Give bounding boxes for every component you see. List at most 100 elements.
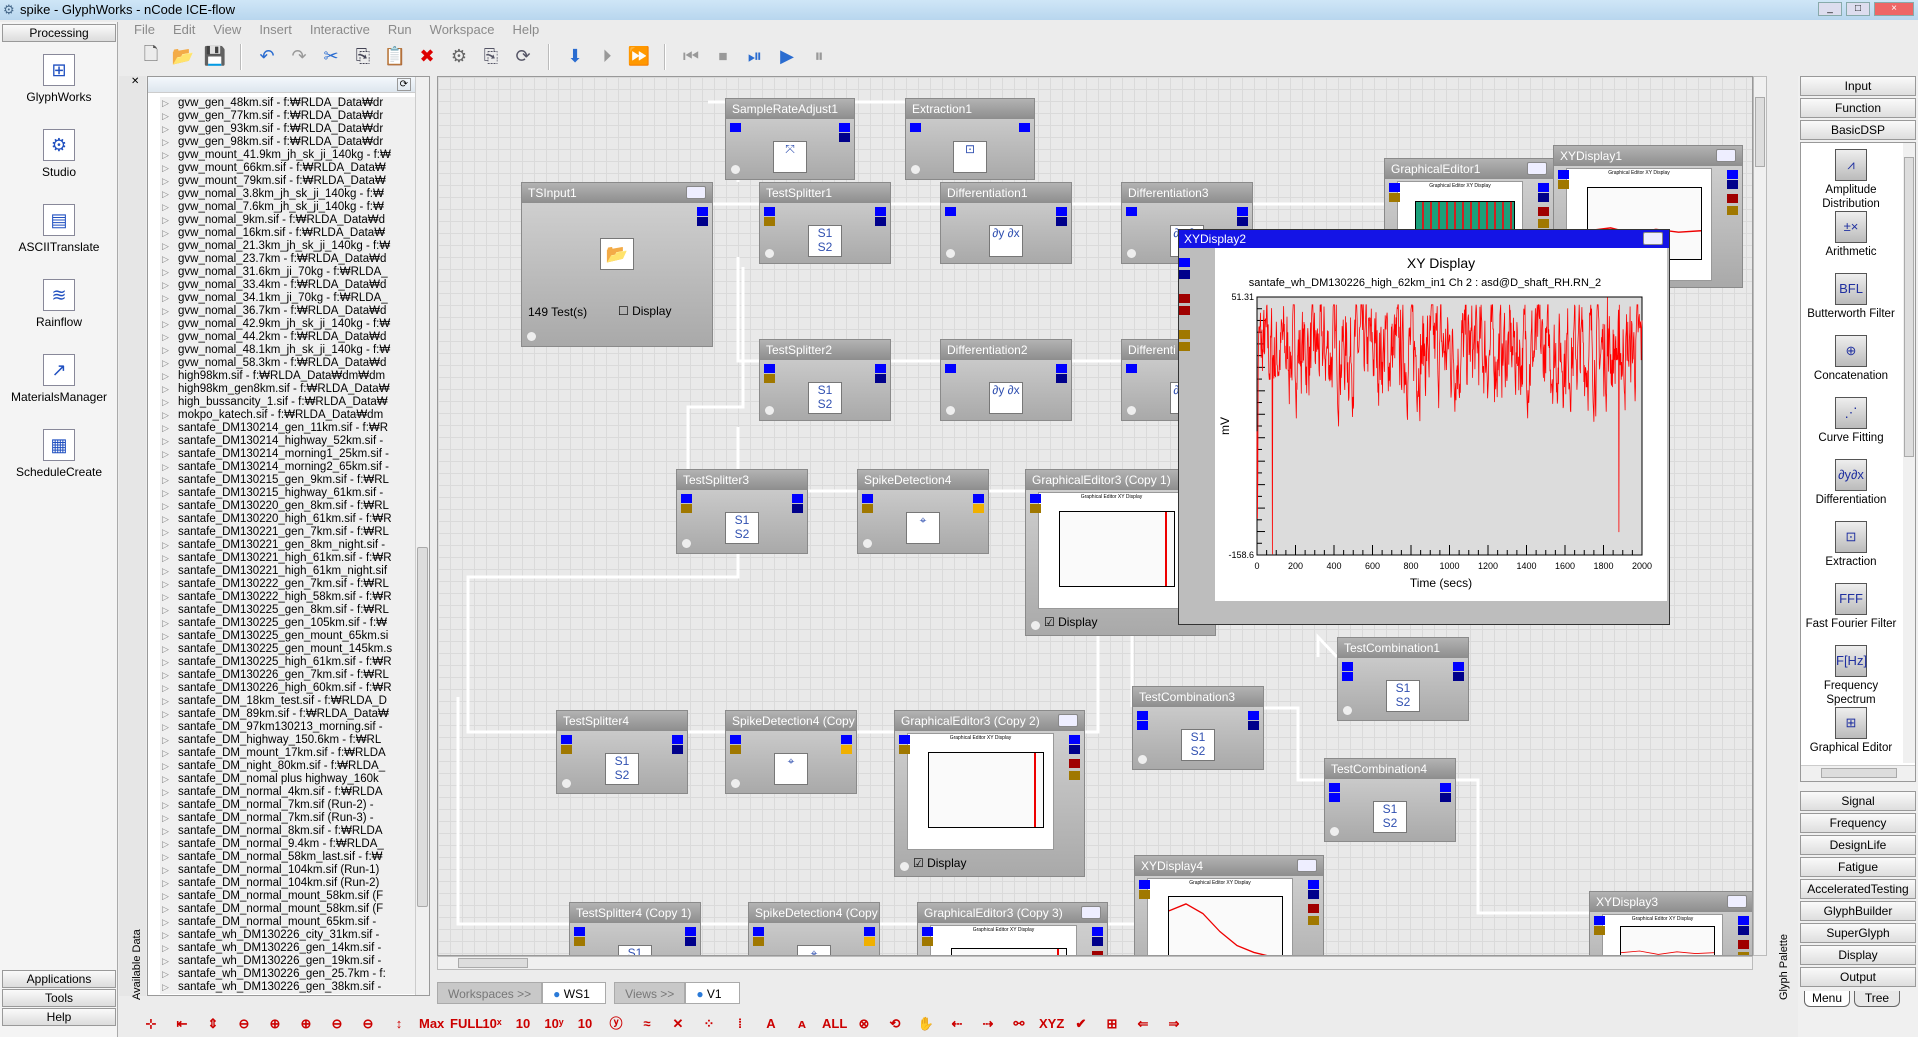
file-item[interactable]: ▷ high_bussancity_1.sif - f:₩RLDA_Data₩ bbox=[160, 396, 415, 409]
port[interactable] bbox=[1056, 207, 1067, 216]
file-item[interactable]: ▷ gvw_nomal_36.7km - f:₩RLDA_Data₩d bbox=[160, 305, 415, 318]
expand-icon[interactable]: ▷ bbox=[162, 656, 169, 669]
glyph-samplerateadjust1[interactable]: SampleRateAdjust1 ⤧ bbox=[725, 98, 855, 180]
port[interactable] bbox=[875, 217, 886, 226]
port[interactable] bbox=[1342, 672, 1353, 681]
port[interactable] bbox=[839, 133, 850, 142]
file-item[interactable]: ▷ santafe_DM130225_gen_mount_145km.s bbox=[160, 643, 415, 656]
port[interactable] bbox=[864, 927, 875, 936]
expand-icon[interactable]: ▷ bbox=[162, 175, 169, 188]
expand-icon[interactable]: ▷ bbox=[162, 721, 169, 734]
plot-tool-icon[interactable]: ᴀ bbox=[791, 1013, 813, 1035]
window-button[interactable] bbox=[1716, 149, 1736, 162]
file-item[interactable]: ▷ gvw_nomal_31.6km_ji_70kg - f:₩RLDA_ bbox=[160, 266, 415, 279]
expand-icon[interactable]: ▷ bbox=[162, 409, 169, 422]
port[interactable] bbox=[1538, 183, 1549, 192]
file-item[interactable]: ▷ santafe_DM_89km.sif - f:₩RLDA_Data₩ bbox=[160, 708, 415, 721]
expand-icon[interactable]: ▷ bbox=[162, 643, 169, 656]
processing-header[interactable]: Processing bbox=[2, 24, 116, 42]
file-item[interactable]: ▷ gvw_nomal_7.6km_jh_sk_ji_140kg - f:₩ bbox=[160, 201, 415, 214]
close-button[interactable]: × bbox=[1874, 2, 1914, 16]
port[interactable] bbox=[973, 504, 984, 513]
menu-insert[interactable]: Insert bbox=[259, 20, 292, 39]
port[interactable] bbox=[875, 374, 886, 383]
port[interactable] bbox=[764, 374, 775, 383]
file-item[interactable]: ▷ santafe_DM130221_high_61km.sif - f:₩R bbox=[160, 552, 415, 565]
glyph-title[interactable]: SampleRateAdjust1 bbox=[726, 99, 854, 119]
port[interactable] bbox=[764, 207, 775, 216]
expand-icon[interactable]: ▷ bbox=[162, 487, 169, 500]
expand-icon[interactable]: ▷ bbox=[162, 552, 169, 565]
port[interactable] bbox=[1179, 258, 1190, 267]
port[interactable] bbox=[1179, 294, 1190, 303]
plot-tool-icon[interactable]: ⊕ bbox=[264, 1013, 286, 1035]
expand-icon[interactable]: ▷ bbox=[162, 201, 169, 214]
expand-icon[interactable]: ▷ bbox=[162, 877, 169, 890]
expand-icon[interactable]: ▷ bbox=[162, 357, 169, 370]
file-item[interactable]: ▷ santafe_DM130226_high_60km.sif - f:₩R bbox=[160, 682, 415, 695]
tab-tree[interactable]: Tree bbox=[1854, 991, 1900, 1007]
file-item[interactable]: ▷ santafe_DM_normal_mount_58km.sif (F bbox=[160, 903, 415, 916]
file-item[interactable]: ▷ santafe_wh_DM130226_city_31km.sif - bbox=[160, 929, 415, 942]
file-item[interactable]: ▷ santafe_DM_normal_104km.sif (Run-1) bbox=[160, 864, 415, 877]
file-item[interactable]: ▷ gvw_nomal_44.2km - f:₩RLDA_Data₩d bbox=[160, 331, 415, 344]
palette-item-frequency-spectrum[interactable]: F[Hz] Frequency Spectrum bbox=[1801, 645, 1901, 707]
port[interactable] bbox=[1308, 880, 1319, 889]
menu-view[interactable]: View bbox=[213, 20, 241, 39]
port[interactable] bbox=[1538, 219, 1549, 228]
file-item[interactable]: ▷ santafe_DM_normal_8km.sif - f:₩RLDA bbox=[160, 825, 415, 838]
expand-icon[interactable]: ▷ bbox=[162, 773, 169, 786]
display-checkbox[interactable]: ☑ Display bbox=[1044, 615, 1097, 629]
port[interactable] bbox=[753, 937, 764, 946]
port[interactable] bbox=[864, 937, 875, 946]
plot-tool-icon[interactable]: ⇠ bbox=[946, 1013, 968, 1035]
port[interactable] bbox=[764, 217, 775, 226]
port[interactable] bbox=[574, 927, 585, 936]
file-item[interactable]: ▷ santafe_DM_normal_mount_65km.sif - bbox=[160, 916, 415, 929]
file-item[interactable]: ▷ gvw_nomal_9km.sif - f:₩RLDA_Data₩d bbox=[160, 214, 415, 227]
port[interactable] bbox=[945, 364, 956, 373]
port[interactable] bbox=[1179, 330, 1190, 339]
port[interactable] bbox=[1069, 745, 1080, 754]
plot-tool-icon[interactable]: ⊖ bbox=[357, 1013, 379, 1035]
fast-step-button[interactable]: ⏩ bbox=[626, 44, 652, 70]
expand-icon[interactable]: ▷ bbox=[162, 370, 169, 383]
plot-tool-icon[interactable]: FULL bbox=[450, 1013, 483, 1035]
file-item[interactable]: ▷ santafe_DM130221_gen_7km.sif - f:₩RL bbox=[160, 526, 415, 539]
plot-tool-icon[interactable]: ⊖ bbox=[326, 1013, 348, 1035]
file-item[interactable]: ▷ santafe_DM130220_high_61km.sif - f:₩R bbox=[160, 513, 415, 526]
port[interactable] bbox=[685, 927, 696, 936]
file-item[interactable]: ▷ santafe_DM130214_morning2_65km.sif - bbox=[160, 461, 415, 474]
expand-icon[interactable]: ▷ bbox=[162, 786, 169, 799]
window-button[interactable] bbox=[1527, 162, 1547, 175]
glyph-title[interactable]: Differentiation1 bbox=[941, 183, 1071, 203]
port[interactable] bbox=[839, 123, 850, 132]
port[interactable] bbox=[1237, 217, 1248, 226]
scrollbar-thumb[interactable] bbox=[1755, 97, 1765, 167]
file-item[interactable]: ▷ santafe_DM_normal_7km.sif (Run-2) - bbox=[160, 799, 415, 812]
expand-icon[interactable]: ▷ bbox=[162, 565, 169, 578]
file-item[interactable]: ▷ santafe_wh_DM130226_gen_14km.sif - bbox=[160, 942, 415, 955]
plot-tool-icon[interactable]: Max bbox=[419, 1013, 444, 1035]
paste-button[interactable]: 📋 bbox=[382, 44, 408, 70]
restore-icon[interactable] bbox=[1643, 232, 1663, 245]
expand-icon[interactable]: ▷ bbox=[162, 968, 169, 981]
port[interactable] bbox=[792, 494, 803, 503]
plot-tool-icon[interactable]: 10ˣ bbox=[481, 1013, 503, 1035]
glyph-title[interactable]: XYDisplay4 bbox=[1135, 856, 1323, 876]
wire[interactable] bbox=[1456, 778, 1589, 915]
expand-icon[interactable]: ▷ bbox=[162, 227, 169, 240]
port[interactable] bbox=[1727, 170, 1738, 179]
expand-icon[interactable]: ▷ bbox=[162, 812, 169, 825]
palette-scrollbar[interactable] bbox=[1903, 143, 1915, 763]
port[interactable] bbox=[1069, 759, 1080, 768]
plot-tool-icon[interactable]: ⓨ bbox=[605, 1013, 627, 1035]
display-checkbox[interactable]: ☑ Display bbox=[913, 856, 966, 870]
plot-tool-icon[interactable]: XYZ bbox=[1039, 1013, 1064, 1035]
file-item[interactable]: ▷ santafe_DM_normal_7km.sif (Run-3) - bbox=[160, 812, 415, 825]
port[interactable] bbox=[1727, 206, 1738, 215]
plot-tool-icon[interactable]: 10ʸ bbox=[543, 1013, 565, 1035]
port[interactable] bbox=[1069, 771, 1080, 780]
glyph-testsplitter2[interactable]: TestSplitter2 S1 S2 bbox=[759, 339, 891, 421]
undo-button[interactable]: ↶ bbox=[254, 44, 280, 70]
